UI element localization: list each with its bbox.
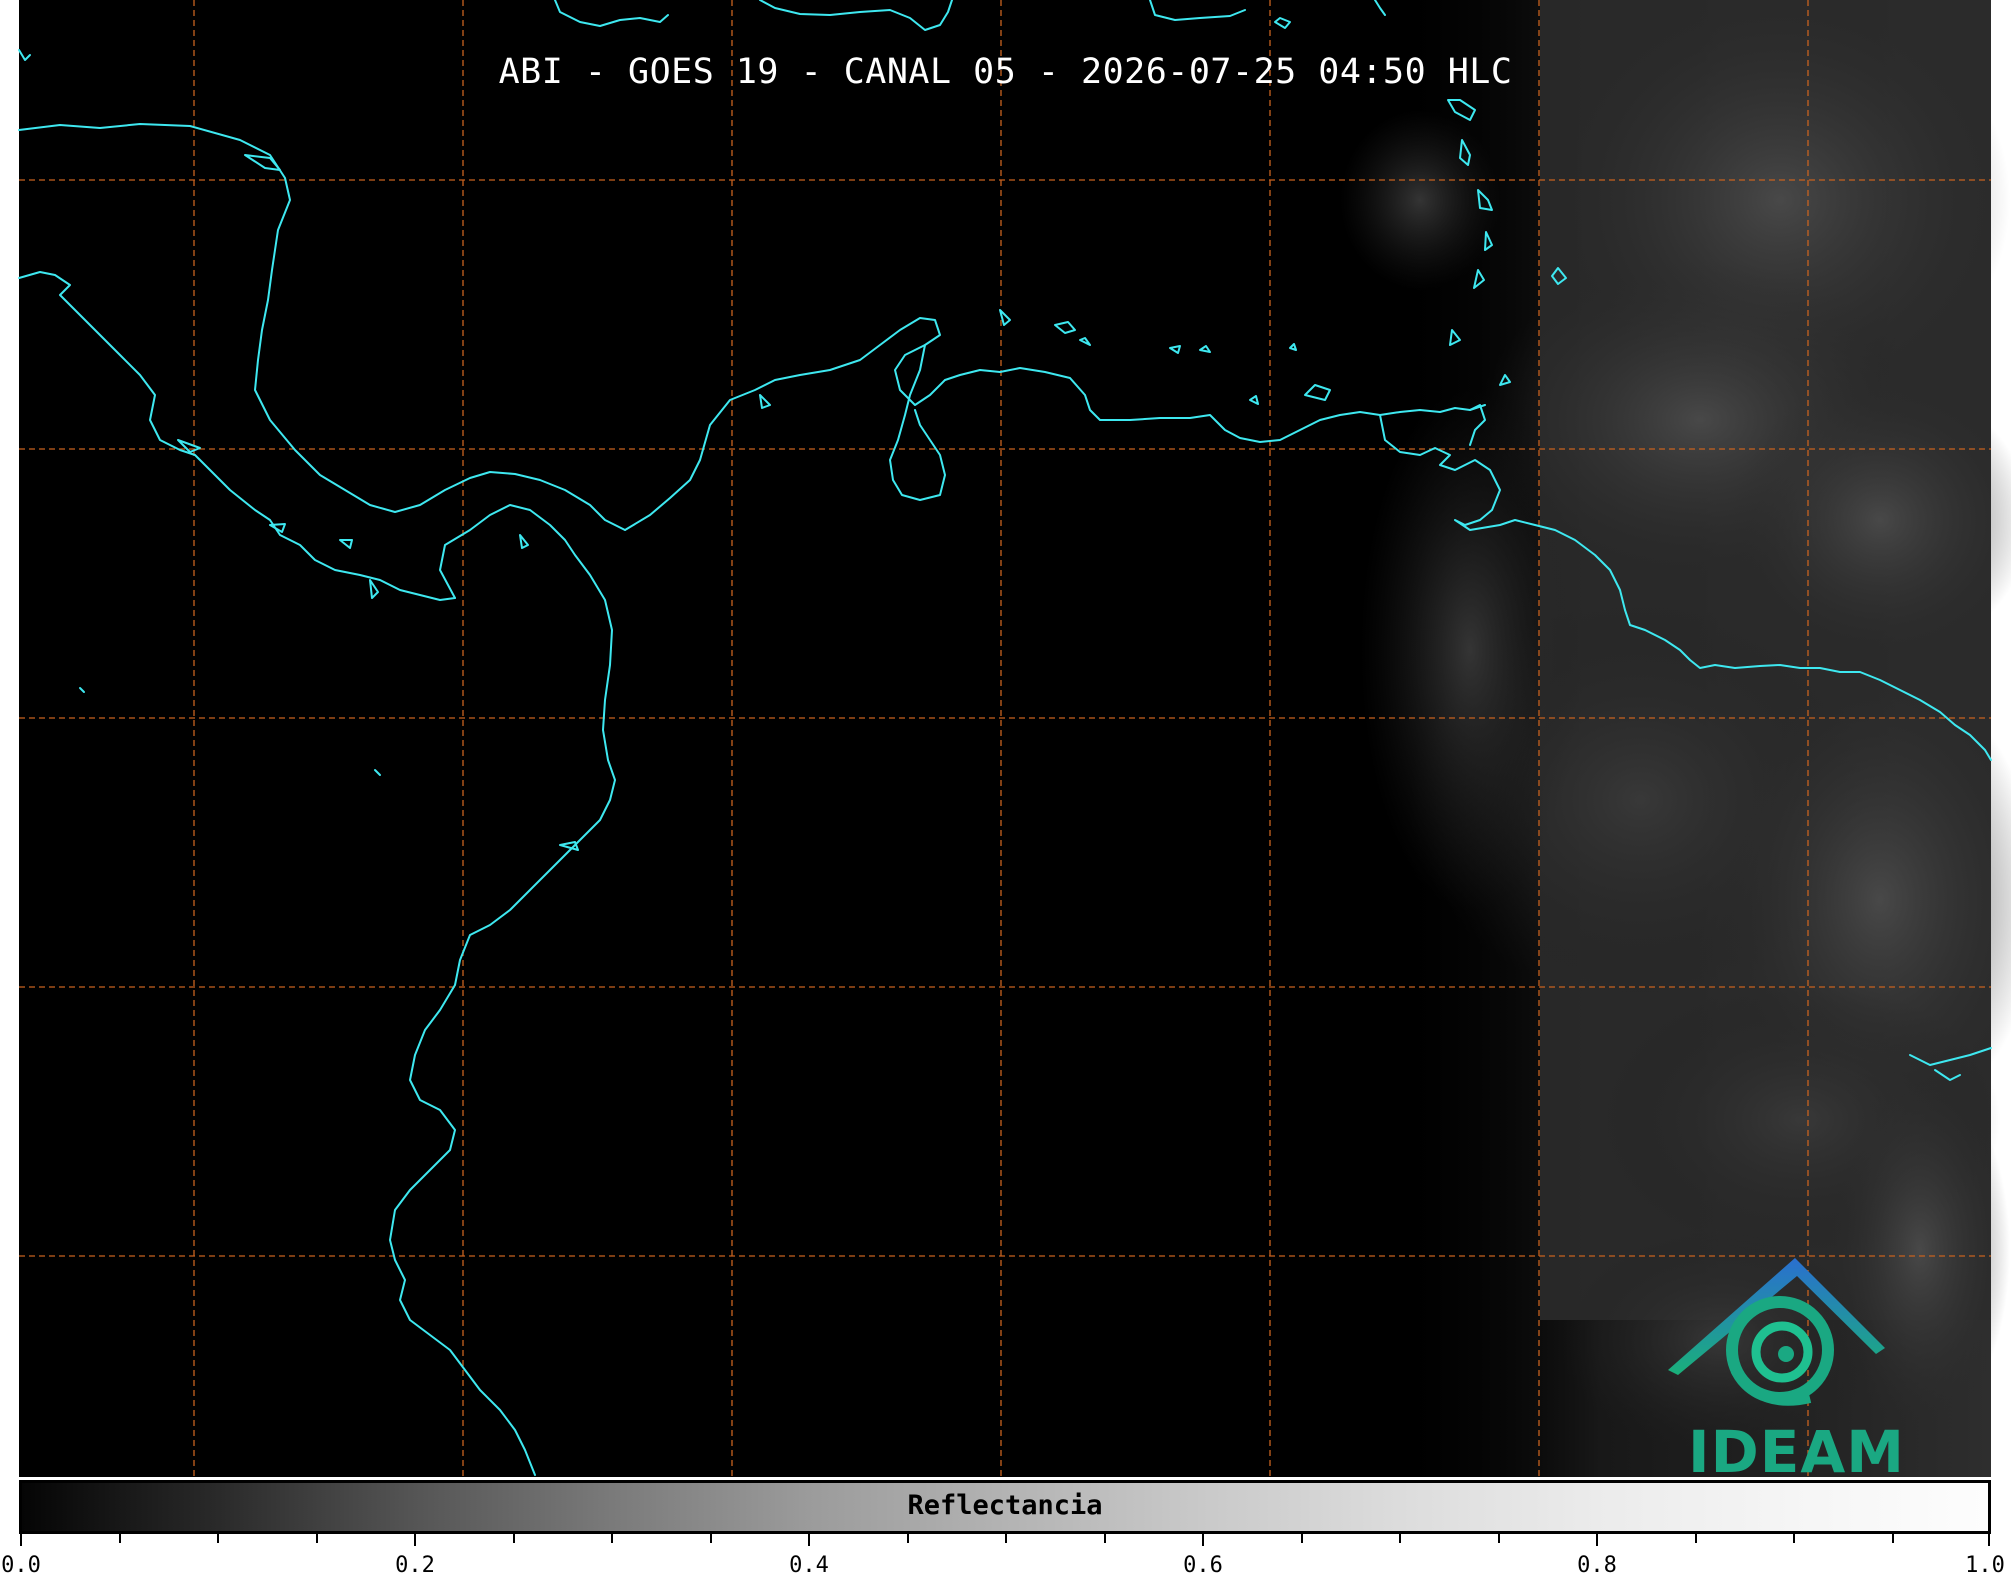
colorbar-tick-label: 1.0 <box>1965 1553 2005 1578</box>
colorbar-tick-label: 0.4 <box>789 1553 829 1578</box>
colorbar-ticks <box>20 1534 1990 1546</box>
colorbar-tick-label: 0.8 <box>1577 1553 1617 1578</box>
colorbar-tick-label: 0.0 <box>1 1553 41 1578</box>
ideam-logo-text: IDEAM <box>1688 1418 1905 1486</box>
satellite-map <box>18 0 2011 1546</box>
image-title: ABI - GOES 19 - CANAL 05 - 2026-07-25 04… <box>498 52 1513 92</box>
colorbar-label: Reflectancia <box>907 1490 1103 1521</box>
colorbar-tick-label: 0.2 <box>395 1553 435 1578</box>
colorbar-tick-label: 0.6 <box>1183 1553 1223 1578</box>
